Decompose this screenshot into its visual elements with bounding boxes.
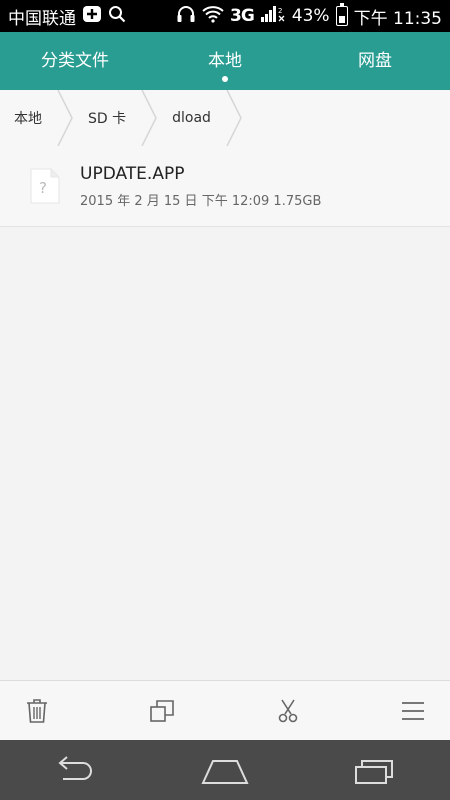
tab-local[interactable]: 本地 [150,32,300,90]
app-header: 分类文件 本地 网盘 [0,32,450,90]
clock: 下午 11:35 [353,8,442,29]
trash-icon [27,699,47,723]
breadcrumb-label: SD 卡 [88,111,127,127]
network-type-label: 3G [230,6,255,26]
system-navigation-bar [0,740,450,800]
list-item[interactable]: ? UPDATE.APP 2015 年 2 月 15 日 下午 12:09 1.… [0,146,450,227]
cut-icon [278,699,297,723]
tab-categories[interactable]: 分类文件 [0,32,150,90]
carrier-label: 中国联通 [8,8,76,29]
svg-text:2: 2 [278,7,282,15]
home-button[interactable] [195,748,255,792]
more-menu-button[interactable] [388,686,438,736]
battery-icon [335,3,348,26]
breadcrumb: 本地 SD 卡 dload [0,90,450,147]
svg-text:?: ? [39,179,47,197]
recent-apps-button[interactable] [345,748,405,792]
battery-percent: 43% [291,6,330,26]
home-icon [201,760,249,784]
breadcrumb-sd-card[interactable]: SD 卡 [74,90,158,146]
copy-icon [150,700,175,722]
tab-label: 本地 [208,51,242,71]
signal-icon: 2 [260,5,286,28]
cut-button[interactable] [263,686,313,736]
breadcrumb-local[interactable]: 本地 [0,90,74,146]
back-button[interactable] [45,748,105,792]
chevron-separator-icon [226,90,242,146]
search-icon [108,5,126,28]
status-bar: 中国联通 3G 2 43% 下午 11:35 [0,0,450,32]
file-name: UPDATE.APP [80,163,185,184]
chevron-separator-icon [141,90,157,146]
plus-box-icon [82,5,102,28]
chevron-separator-icon [57,90,73,146]
action-toolbar [0,680,450,741]
breadcrumb-label: 本地 [14,111,42,127]
file-details: 2015 年 2 月 15 日 下午 12:09 1.75GB [80,193,322,209]
back-icon [58,756,92,780]
breadcrumb-dload[interactable]: dload [158,90,243,146]
wifi-icon [202,5,224,28]
delete-button[interactable] [12,686,62,736]
unknown-file-icon: ? [30,168,60,204]
active-tab-indicator [222,76,228,82]
tab-label: 分类文件 [41,51,109,71]
menu-icon [401,702,424,720]
headphones-icon [176,5,196,28]
tab-label: 网盘 [358,51,392,71]
copy-button[interactable] [137,686,187,736]
recent-apps-icon [355,760,393,784]
tab-cloud-drive[interactable]: 网盘 [300,32,450,90]
breadcrumb-label: dload [172,110,211,126]
